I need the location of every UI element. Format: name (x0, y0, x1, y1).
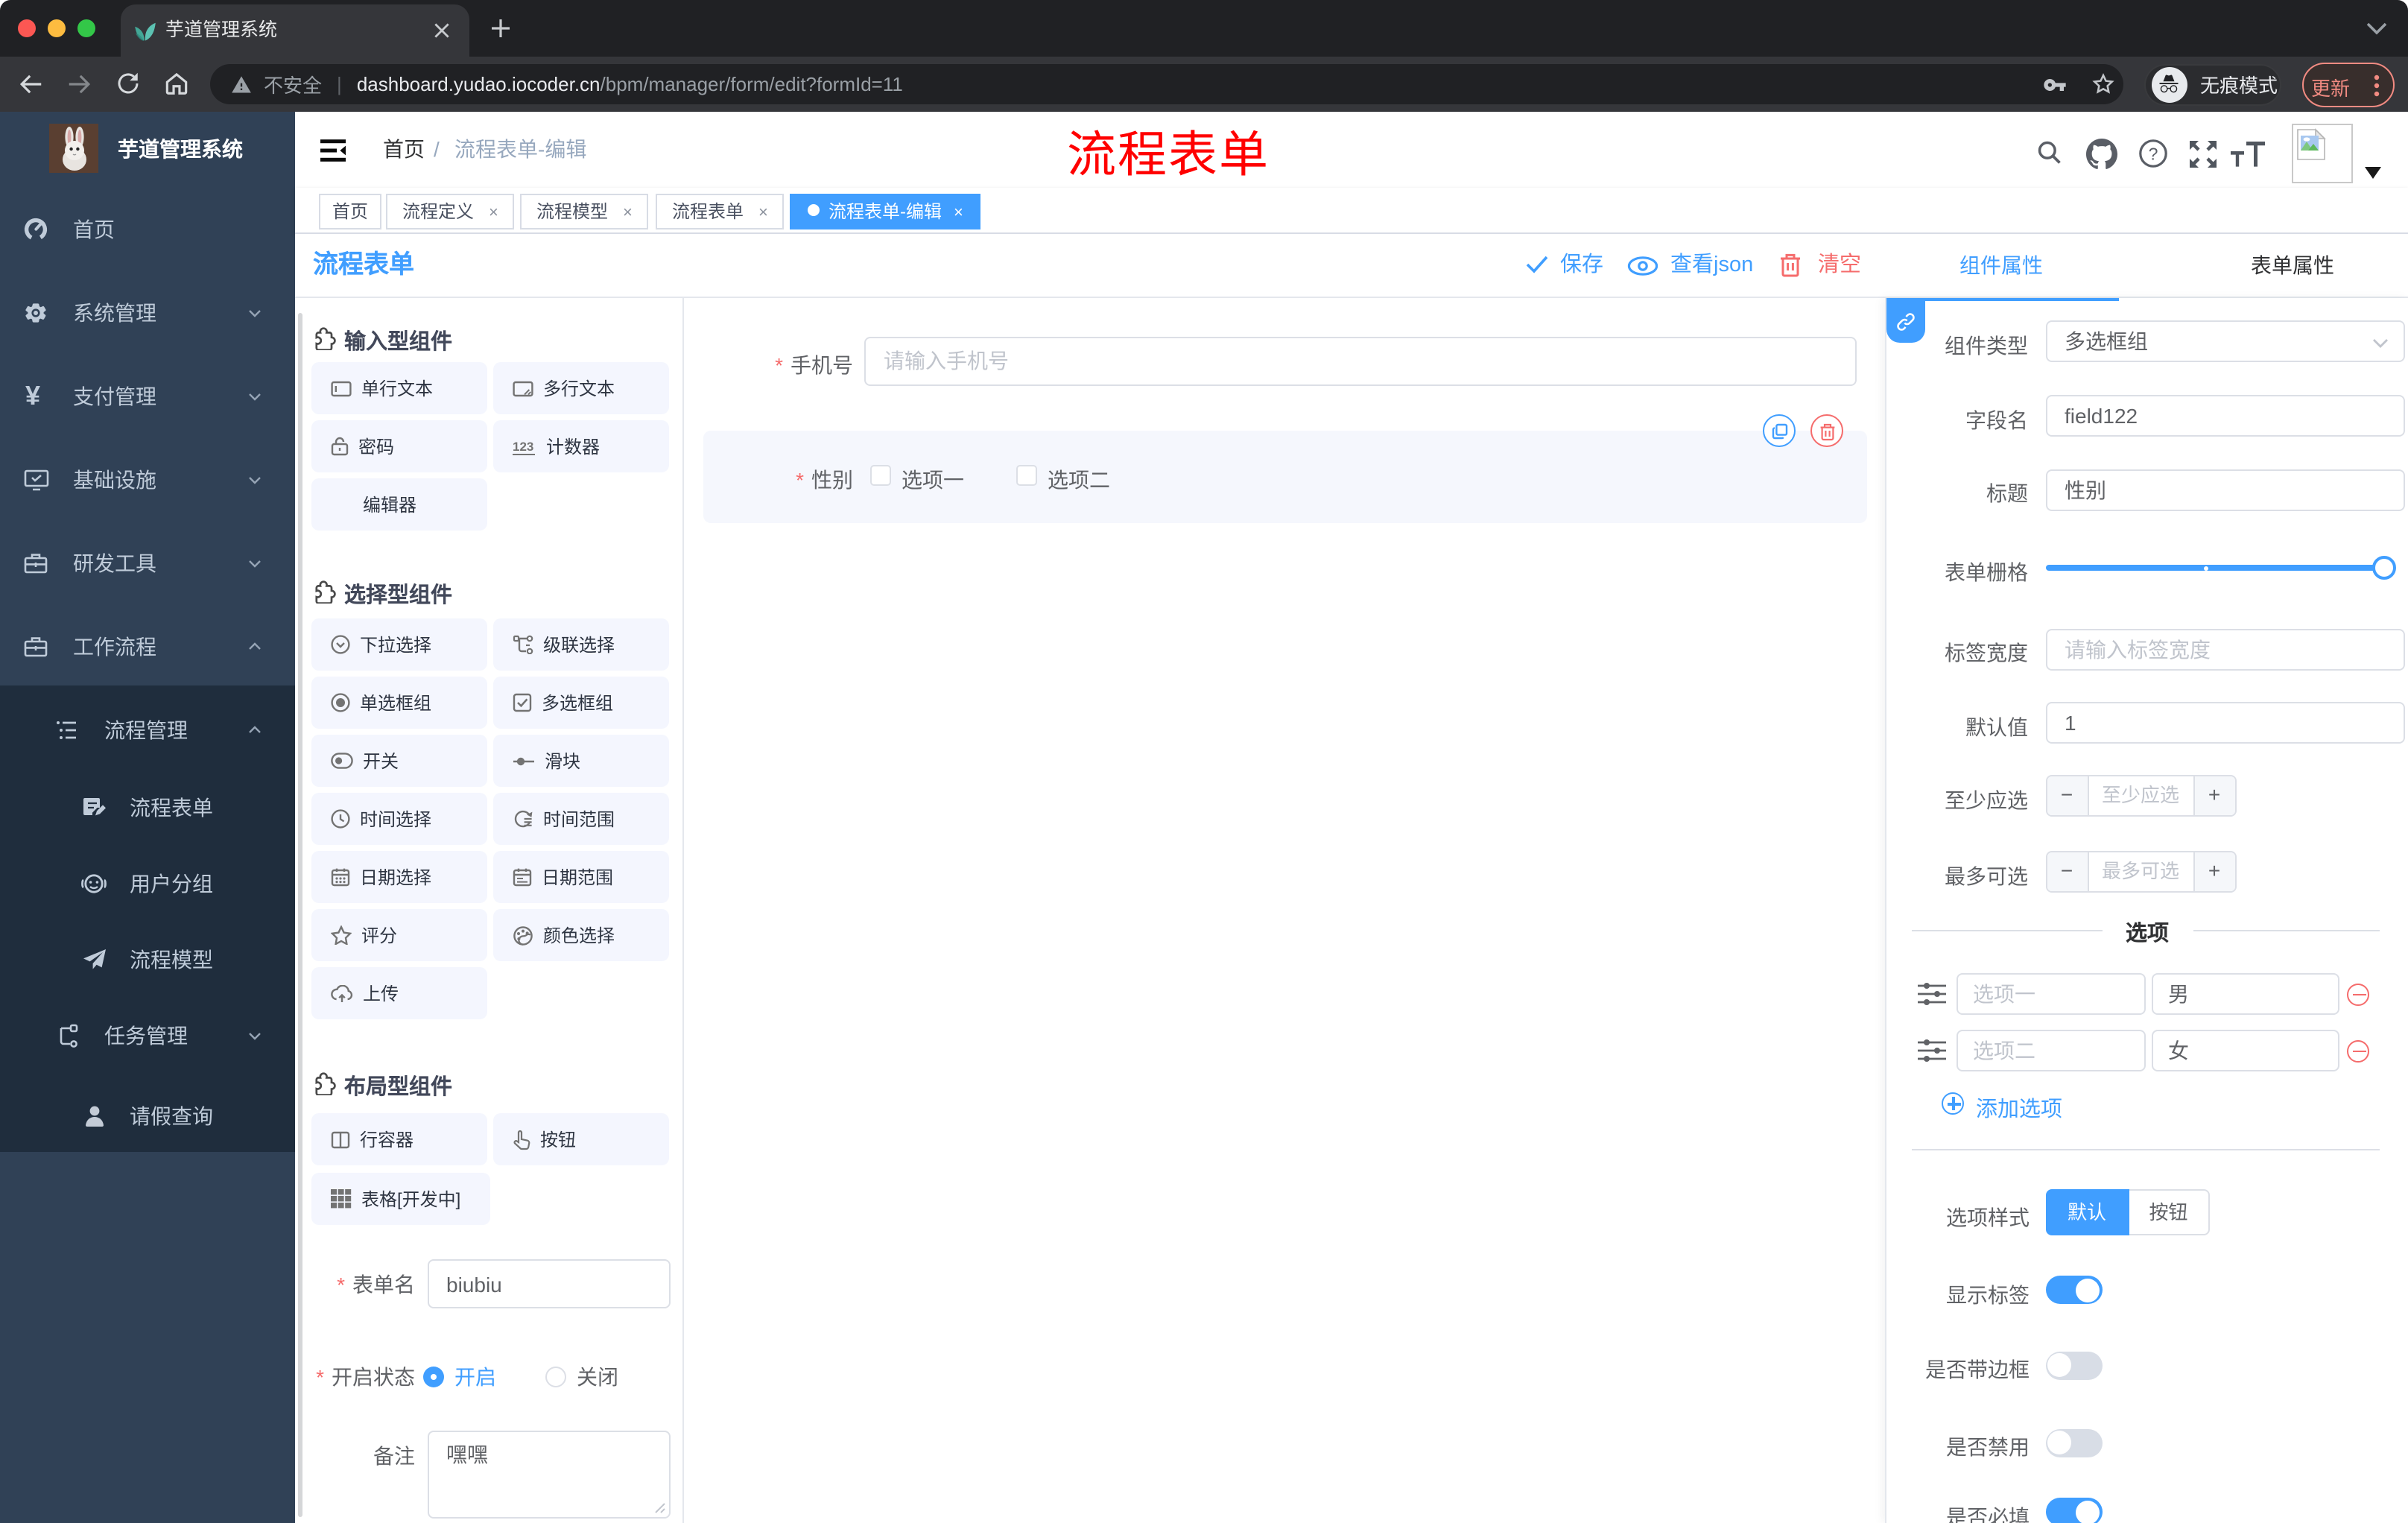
svg-text:123: 123 (512, 439, 533, 453)
svg-text:?: ? (2149, 144, 2158, 163)
